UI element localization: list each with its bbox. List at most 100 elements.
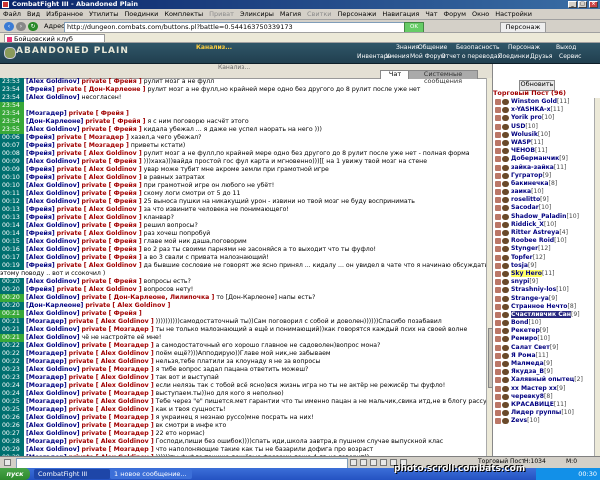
chat-time[interactable]: 00:20 [0, 294, 24, 302]
user-name[interactable]: Zevs [511, 417, 527, 424]
chat-nick[interactable]: [Фрейя] [26, 206, 55, 213]
nav-skills[interactable]: Умения [386, 53, 409, 61]
user-list-item[interactable]: WASP[11] [495, 139, 594, 147]
chat-time[interactable]: 23:54 [0, 94, 24, 102]
user-list-item[interactable]: Wolusik[10] [495, 131, 594, 139]
chat-time[interactable]: 00:14 [0, 222, 24, 230]
chat-private-tag[interactable]: private [ Мозгадер ] [57, 134, 129, 141]
user-list-item[interactable]: Zevs[10] [495, 417, 594, 425]
user-name[interactable]: Халявный опытец [511, 376, 574, 383]
user-list-item[interactable]: Stynger[12] [495, 245, 594, 253]
chat-time[interactable]: 00:28 [0, 438, 24, 446]
user-list-item[interactable]: Riddick_X[10] [495, 221, 594, 229]
chat-time[interactable]: 00:14 [0, 230, 24, 238]
chat-nick[interactable]: [Alex Goldinov] [26, 342, 80, 349]
chat-private-tag[interactable]: private [ Фрейя ] [69, 110, 129, 117]
nav-security[interactable]: Безопасность [456, 44, 500, 52]
user-list-item[interactable]: Roobee Roid[10] [495, 237, 594, 245]
user-list-item[interactable]: Shadow_Paladin[10] [495, 213, 594, 221]
chat-time[interactable]: 00:19 [0, 262, 24, 270]
chat-time[interactable]: 00:21 [0, 326, 24, 334]
user-list-item[interactable]: Yorik pro[10] [495, 114, 594, 122]
chat-time[interactable]: 00:24 [0, 390, 24, 398]
user-name[interactable]: Доберманчик [511, 155, 559, 162]
chat-time[interactable]: 00:27 [0, 430, 24, 438]
chat-private-tag[interactable]: private [ Alex Goldinov ] [69, 318, 154, 325]
chat-private-tag[interactable]: private [ Мозгадер ] [82, 414, 154, 421]
nav-character[interactable]: Персонаж [508, 44, 540, 52]
chat-nick[interactable]: [Alex Goldinov] [26, 182, 80, 189]
user-list-item[interactable]: Халявный опытец[2] [495, 376, 594, 384]
chat-nick[interactable]: [Alex Goldinov] [26, 366, 80, 373]
chat-private-tag[interactable]: private [ Фрейя ] [82, 190, 142, 197]
user-list-item[interactable]: Bond[10] [495, 319, 594, 327]
chat-nick[interactable]: [Alex Goldinov] [26, 294, 80, 301]
chat-nick[interactable]: [Alex Goldinov] [26, 310, 80, 317]
user-list-item[interactable]: roselitto[9] [495, 196, 594, 204]
back-arrow-icon[interactable]: ‹ [4, 22, 14, 31]
user-list-item[interactable]: USD[10] [495, 123, 594, 131]
chat-nick[interactable]: [Фрейя] [26, 230, 55, 237]
chat-time[interactable]: 00:20 [0, 302, 24, 310]
chat-private-tag[interactable]: private [ Фрейя ] [82, 158, 142, 165]
user-name[interactable]: Лидер группы [511, 409, 561, 416]
chat-nick[interactable]: [Фрейя] [26, 214, 55, 221]
chat-time[interactable]: 00:07 [0, 142, 24, 150]
user-list-item[interactable]: КРАСАВИЦЕ[11] [495, 401, 594, 409]
chat-nick[interactable]: [Alex Goldinov] [26, 78, 80, 85]
user-name[interactable]: Рекетер [511, 327, 540, 334]
chat-private-tag[interactable]: private [ Мозгадер ] [82, 326, 154, 333]
send-icon[interactable] [350, 459, 357, 466]
start-button[interactable]: пуск [0, 468, 30, 480]
chat-time[interactable]: 00:24 [0, 382, 24, 390]
user-list-item[interactable]: Strange-ya[9] [495, 295, 594, 303]
user-list-item[interactable]: хх Мастер хх[9] [495, 385, 594, 393]
menu-item[interactable]: Окно [469, 9, 492, 19]
user-list-item[interactable]: Странное Нечто[8] [495, 303, 594, 311]
user-name[interactable]: Sky Hero [511, 269, 542, 277]
chat-time[interactable]: 00:23 [0, 374, 24, 382]
chat-nick[interactable]: [Фрейя] [26, 286, 55, 293]
user-list-item[interactable]: Счастливчик Сан[9] [495, 310, 594, 319]
chat-nick[interactable]: [Alex Goldinov] [26, 422, 80, 429]
chat-private-tag[interactable]: private [ Alex Goldinov ] [69, 406, 154, 413]
chat-private-tag[interactable]: private [ Фрейя ] [82, 238, 142, 245]
chat-private-tag[interactable]: private [ Alex Goldinov ] [69, 350, 154, 357]
chat-time[interactable]: 00:13 [0, 214, 24, 222]
chat-nick[interactable]: [Мозгадер] [26, 350, 67, 357]
menu-item[interactable]: Настройки [492, 9, 535, 19]
chat-nick[interactable]: [Alex Goldinov] [26, 414, 80, 421]
menu-item[interactable]: Чат [422, 9, 440, 19]
nav-exit[interactable]: Выход [556, 44, 576, 52]
chat-time[interactable]: 00:26 [0, 422, 24, 430]
user-name[interactable]: Wolusik [511, 131, 538, 138]
chat-private-tag[interactable]: private [ Alex Goldinov ] [57, 150, 142, 157]
chat-private-tag[interactable]: private [ Alex Goldinov ] [69, 358, 154, 365]
chat-private-tag[interactable]: private [ Фрейя ] [82, 254, 142, 261]
chat-private-tag[interactable]: private [ Alex Goldinov ] [57, 174, 142, 181]
chat-nick[interactable]: [Alex Goldinov] [26, 390, 80, 397]
chat-nick[interactable]: [Мозгадер] [26, 110, 67, 117]
minimize-button[interactable]: _ [568, 1, 577, 8]
maximize-button[interactable]: □ [578, 1, 587, 8]
user-list-item[interactable]: Доберманчик[9] [495, 155, 594, 163]
user-name[interactable]: Странное Нечто [511, 303, 567, 310]
user-list-scrollbar[interactable] [594, 98, 600, 456]
chat-time[interactable]: 00:12 [0, 198, 24, 206]
chat-nick[interactable]: [Alex Goldinov] [26, 334, 80, 341]
chat-private-tag[interactable]: private [ Alex Goldinov ] [57, 286, 142, 293]
user-name[interactable]: КРАСАВИЦЕ [511, 401, 554, 408]
chat-time[interactable]: 00:21 [0, 310, 24, 318]
user-name[interactable]: WASP [511, 139, 531, 146]
user-name[interactable]: Якудза_В [511, 368, 544, 375]
chat-private-tag[interactable]: private [ Мозгадер ] [82, 446, 154, 453]
chat-time[interactable]: 00:16 [0, 246, 24, 254]
chat-private-tag[interactable]: private [ Alex Goldinov ] [85, 302, 170, 309]
chat-private-tag[interactable]: private [ Фрейя ] [82, 126, 142, 133]
chat-nick[interactable]: [Alex Goldinov] [26, 94, 80, 101]
chat-private-tag[interactable]: private [ Мозгадер ] [82, 366, 154, 373]
chat-private-tag[interactable]: private [ Alex Goldinov ] [57, 214, 142, 221]
chat-time[interactable]: 23:54 [0, 118, 24, 126]
chat-nick[interactable]: [Мозгадер] [26, 382, 67, 389]
user-name[interactable]: Ritter Astreya [511, 229, 559, 236]
